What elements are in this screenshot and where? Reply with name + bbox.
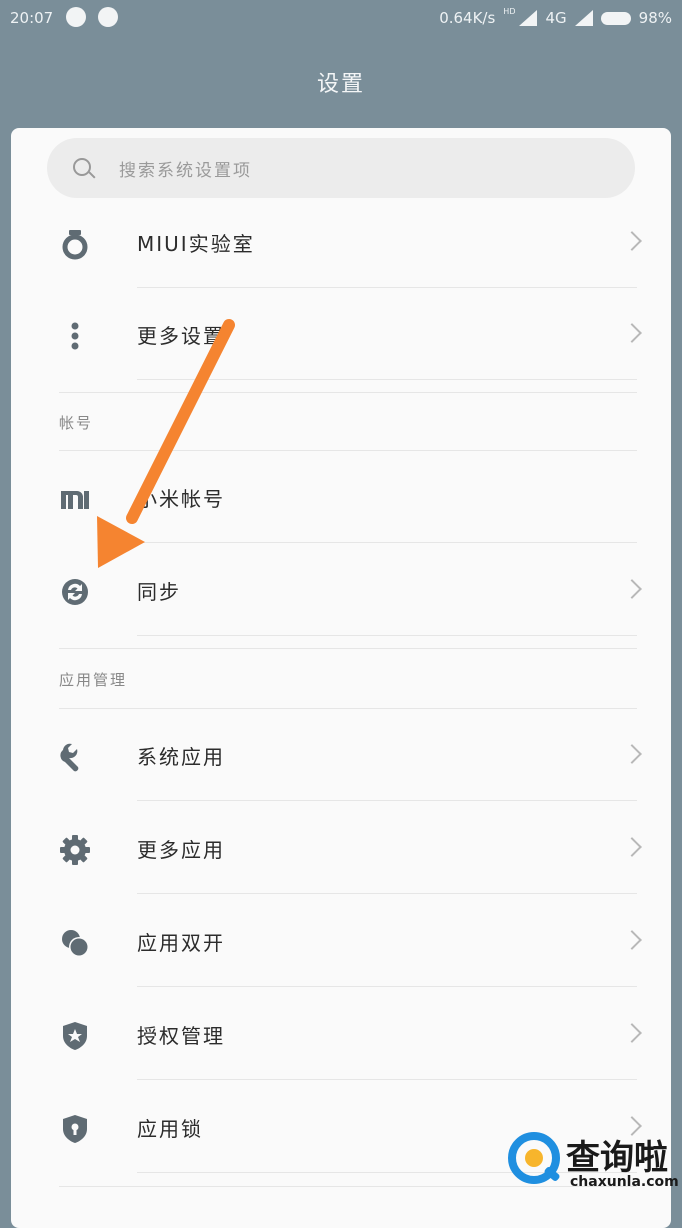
watermark-name: 查询啦 [566,1138,668,1178]
watermark: 查询啦 chaxunla.com [506,1128,679,1198]
section-title-account: 帐号 [59,414,94,432]
chevron-right-icon [622,930,642,950]
row-label: 应用双开 [137,931,225,955]
row-label: 系统应用 [137,745,225,769]
watermark-logo-icon [508,1132,560,1184]
battery-icon [600,11,631,25]
chevron-right-icon [622,323,642,343]
network-type: 4G [545,9,567,27]
row-system-apps[interactable]: 系统应用 [11,709,671,801]
shield-star-icon [63,1022,87,1050]
row-more-settings[interactable]: 更多设置 [11,288,671,380]
row-permissions[interactable]: 授权管理 [11,988,671,1080]
search-icon [73,158,91,176]
search-placeholder: 搜索系统设置项 [119,161,252,181]
page-title: 设置 [316,72,365,97]
status-time: 20:07 [10,9,54,27]
row-label: 同步 [137,580,181,604]
gear-icon [60,835,90,865]
chevron-right-icon [622,744,642,764]
settings-card: 搜索系统设置项 MIUI实验室 更多设置 帐号 小米帐号 同步 应用管理 系统应… [11,128,671,1228]
row-sync[interactable]: 同步 [11,544,671,636]
row-dual-apps[interactable]: 应用双开 [11,895,671,987]
lock-shield-icon [63,1115,87,1143]
row-label: 应用锁 [137,1117,203,1141]
row-mi-account[interactable]: 小米帐号 [11,451,671,543]
notification-block-icon [98,7,118,27]
notification-app-icon [66,7,86,27]
lab-flask-icon [62,230,88,260]
row-more-apps[interactable]: 更多应用 [11,802,671,894]
wrench-icon [60,743,79,772]
chevron-right-icon [622,837,642,857]
row-label: 小米帐号 [137,487,225,511]
dual-app-icon [62,930,89,957]
sync-icon [62,579,88,605]
signal-icon [519,10,538,26]
mi-logo-icon [61,491,89,509]
row-miui-lab[interactable]: MIUI实验室 [11,196,671,288]
section-title-app-management: 应用管理 [59,671,128,689]
battery-level: 98% [638,9,672,27]
row-label: 授权管理 [137,1024,225,1048]
hd-label: HD [503,6,516,16]
chevron-right-icon [622,579,642,599]
more-dots-icon [71,322,79,350]
network-speed: 0.64K/s [439,9,496,27]
row-label: 更多设置 [137,324,225,348]
status-bar: 20:07 0.64K/s HD 4G 98% [0,0,682,36]
watermark-site: chaxunla.com [570,1174,679,1190]
search-input[interactable]: 搜索系统设置项 [47,138,635,198]
row-label: MIUI实验室 [137,232,255,256]
chevron-right-icon [622,231,642,251]
chevron-right-icon [622,1023,642,1043]
signal-icon-2 [574,10,593,26]
row-label: 更多应用 [137,838,225,862]
